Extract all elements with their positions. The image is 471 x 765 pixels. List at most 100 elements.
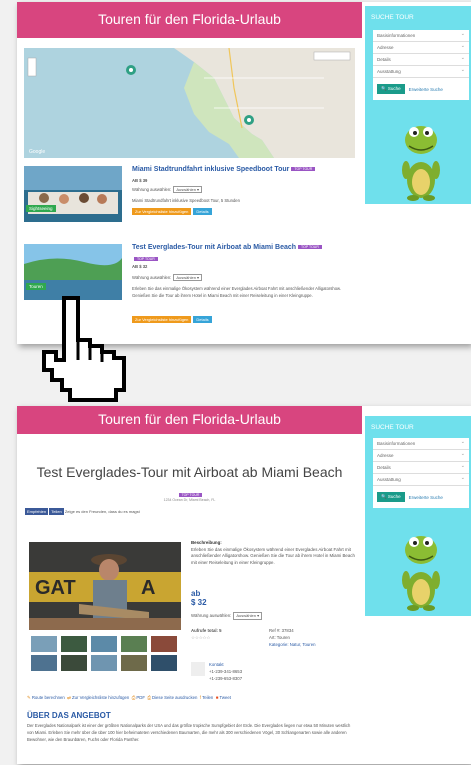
advanced-search-link[interactable]: Erweiterte Suche [409,495,443,500]
select-features[interactable]: Ausstattung [373,65,469,78]
tour-price: AB $ 39 [132,178,148,183]
gallery-thumbnail[interactable] [151,636,177,652]
tour-category-tag: Touren [26,283,46,290]
contact-phone[interactable]: +1-239-653-8307 [209,676,242,683]
compare-icon: ⇄ [67,695,71,700]
tour-type: Art: Touren [269,634,290,640]
tour-title-link[interactable]: Miami Stadtrundfahrt inklusive Speedboot… [132,166,316,173]
tweet-link[interactable]: Tweet [219,695,230,700]
currency-select-value: Auswählen [176,275,196,280]
gallery-thumbnail[interactable] [91,655,117,671]
tour-card: Sightseeing Miami Stadtrundfahrt inklusi… [24,166,355,226]
compare-button[interactable]: Zur Vergleichsliste hinzufügen [132,208,192,215]
rating-block: Aufrufe total: 5 ☆☆☆☆☆ [191,628,222,642]
tour-detail-title: Test Everglades-Tour mit Airboat ab Miam… [36,464,343,480]
contact-phone[interactable]: +1-239-341-8653 [209,669,242,676]
sidebar-title: SUCHE TOUR [371,424,414,431]
gallery-thumbnail[interactable] [121,655,147,671]
currency-row: Währung auswählen: Auswählen ▾ [191,612,263,621]
gallery-thumbnail[interactable] [91,636,117,652]
contact-avatar [191,662,205,676]
facebook-share-button[interactable]: Teilen [49,508,64,515]
tour-price: $ 32 [191,597,207,607]
select-address[interactable]: Adresse [373,41,469,54]
search-button-label: Suche [387,86,401,91]
select-details[interactable]: Details [373,53,469,66]
top-tour-badge: TOP TOUR [291,167,316,172]
currency-select[interactable]: Auswählen ▾ [173,186,203,193]
gallery-thumbnail[interactable] [31,655,57,671]
page-banner: Touren für den Florida-Urlaub [17,406,362,434]
select-basic-info[interactable]: Basisinformationen [373,29,469,42]
select-basic-info[interactable]: Basisinformationen [373,437,469,450]
tour-category: Kategorie: Natur, Touren [269,641,316,647]
svg-text:A: A [141,577,155,599]
print-icon: ⎙ [147,695,151,700]
gallery-thumbnail[interactable] [121,636,147,652]
tour-badge-small: TOP TOUR [134,256,158,261]
select-details[interactable]: Details [373,461,469,474]
tour-description-block: Beschreibung: Erleben Sie das einmalige … [191,540,357,566]
gallery-thumbnail[interactable] [31,636,57,652]
tour-category-tag: Sightseeing [26,205,56,212]
tour-title-link[interactable]: Test Everglades-Tour mit Airboat ab Miam… [132,244,322,251]
pdf-icon: ⎙ [131,695,136,700]
map-graphic [24,48,355,158]
facebook-like-button[interactable]: Empfehlen [25,508,49,515]
details-button[interactable]: Details [193,208,212,215]
tour-price-block: ab $ 32 [191,589,207,608]
currency-select[interactable]: Auswählen ▾ [233,612,263,621]
search-button[interactable]: 🔍 Suche [377,492,405,502]
description-label: Beschreibung: [191,540,222,545]
share-link[interactable]: Teilen [202,695,213,700]
print-link[interactable]: Diese Seite ausdrucken [152,695,197,700]
currency-label: Währung auswählen: [132,187,172,192]
gallery-thumbnail[interactable] [151,655,177,671]
currency-label: Währung auswählen: [191,613,232,618]
search-button[interactable]: 🔍 Suche [377,84,405,94]
advanced-search-link[interactable]: Erweiterte Suche [409,87,443,92]
views-label: Aufrufe total: 5 [191,628,222,633]
sidebar-panel: SUCHE TOUR Basisinformationen Adresse De… [365,416,471,616]
tour-photo [24,166,122,222]
currency-select-value: Auswählen [176,187,196,192]
star-rating-icon[interactable]: ☆☆☆☆☆ [191,635,210,640]
page-title: Touren für den Florida-Urlaub [98,11,281,27]
currency-select[interactable]: Auswählen ▾ [173,274,203,281]
select-features[interactable]: Ausstattung [373,473,469,486]
action-bar: ✎ Route berechnen ⇄ Zur Vergleichsliste … [27,695,231,701]
compare-link[interactable]: Zur Vergleichsliste hinzufügen [72,695,129,700]
crocodile-mascot [402,126,440,201]
search-form: Basisinformationen Adresse Details Ausst… [373,29,469,100]
about-text: Der Everglades Nationalpark ist einer de… [27,723,351,743]
route-icon: ✎ [27,695,31,700]
select-address[interactable]: Adresse [373,449,469,462]
tour-main-photo[interactable]: GAT A [29,542,181,630]
tour-buttons: Zur Vergleichsliste hinzufügen Details [132,208,212,215]
share-icon: f [199,695,201,700]
pdf-link[interactable]: PDF [136,695,145,700]
crocodile-mascot [402,536,440,611]
facebook-widget: Empfehlen Teilen Zeige es den Freunden, … [25,508,140,515]
hand-pointer-icon [42,296,126,402]
search-form: Basisinformationen Adresse Details Ausst… [373,437,469,508]
tour-description: Miami Stadtrundfahrt inklusive Speedboot… [132,198,240,203]
route-link[interactable]: Route berechnen [32,695,65,700]
photo-thumbnails [31,636,181,671]
facebook-text: Zeige es den Freunden, dass du es magst [64,509,140,514]
detail-screenshot: Touren für den Florida-Urlaub SUCHE TOUR… [17,406,471,764]
tweet-icon: ■ [215,695,219,700]
tour-title: Miami Stadtrundfahrt inklusive Speedboot… [132,166,290,173]
gallery-thumbnail[interactable] [61,655,87,671]
gallery-thumbnail[interactable] [61,636,87,652]
top-tour-badge: TOP TOUR [178,492,203,497]
contact-label[interactable]: Kontakt [209,662,242,669]
tour-map[interactable]: Google [24,48,355,158]
tour-thumbnail[interactable]: Sightseeing [24,166,122,222]
svg-text:GAT: GAT [35,577,76,599]
tour-description: Erleben Sie das einmalige Ökosystem währ… [132,286,342,298]
currency-label: Währung auswählen: [132,275,172,280]
tour-description: Erleben Sie das einmalige Ökosystem währ… [191,546,355,565]
sidebar-title: SUCHE TOUR [371,14,414,21]
details-button[interactable]: Details [193,316,212,323]
